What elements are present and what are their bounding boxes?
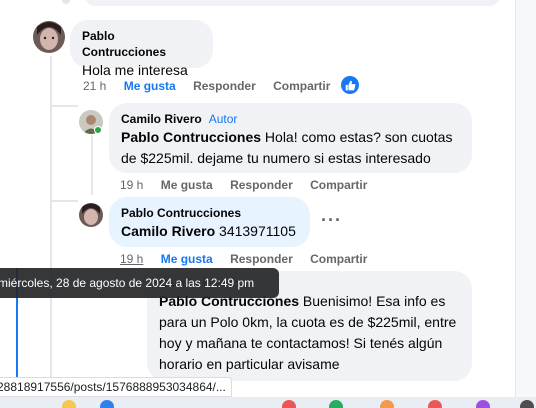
- share-button[interactable]: Compartir: [310, 252, 367, 266]
- more-options-icon[interactable]: ···: [321, 210, 342, 231]
- mention-link[interactable]: Pablo Contrucciones: [121, 129, 261, 145]
- mention-link[interactable]: Camilo Rivero: [121, 223, 215, 239]
- avatar-photo: [79, 203, 103, 227]
- taskbar: [0, 397, 536, 408]
- share-button[interactable]: Compartir: [310, 178, 367, 192]
- status-url-text: 28818917556/posts/1576888953034864/...: [0, 380, 226, 394]
- taskbar-app-icon[interactable]: [282, 400, 296, 408]
- comment-text: Pablo Contrucciones Buenisimo! Esa info …: [159, 291, 460, 375]
- scrollbar-track[interactable]: [516, 0, 536, 408]
- comment-text: Hola me interesa: [82, 62, 188, 78]
- comment-actions: 21 h Me gusta Responder Compartir: [83, 79, 344, 93]
- comment-author: Camilo Rivero Autor: [121, 111, 460, 127]
- tooltip-text: miércoles, 28 de agosto de 2024 a las 12…: [0, 276, 255, 290]
- comment-text: Camilo Rivero 3413971105: [121, 221, 298, 242]
- comment-actions: 19 h Me gusta Responder Compartir: [120, 178, 381, 192]
- like-button[interactable]: Me gusta: [161, 252, 213, 266]
- online-indicator: [94, 126, 102, 134]
- avatar-pablo[interactable]: [33, 21, 65, 53]
- comment-author[interactable]: Pablo Contrucciones: [121, 205, 298, 221]
- comment-timestamp[interactable]: 19 h: [120, 252, 143, 266]
- thread-line: [91, 135, 93, 195]
- thread-branch: [50, 200, 78, 202]
- comment-author[interactable]: Pablo Contrucciones: [82, 28, 201, 60]
- comment-timestamp[interactable]: 21 h: [83, 79, 106, 93]
- reply-button[interactable]: Responder: [230, 178, 293, 192]
- thread-line: [50, 56, 52, 396]
- comment-bubble-focused: Pablo Contrucciones Camilo Rivero 341397…: [109, 197, 310, 247]
- taskbar-app-icon[interactable]: [329, 400, 343, 408]
- taskbar-app-icon[interactable]: [428, 400, 442, 408]
- author-name[interactable]: Camilo Rivero: [121, 112, 202, 126]
- taskbar-app-icon[interactable]: [380, 400, 394, 408]
- taskbar-app-icon[interactable]: [62, 400, 76, 408]
- previous-comment-bubble: [85, 0, 500, 6]
- reply-button[interactable]: Responder: [193, 79, 256, 93]
- status-url-bar: 28818917556/posts/1576888953034864/...: [0, 377, 232, 397]
- taskbar-app-icon[interactable]: [520, 400, 534, 408]
- comment-body: 3413971105: [215, 223, 296, 239]
- comment-bubble: Pablo Contrucciones Hola me interesa: [70, 20, 213, 78]
- reply-button[interactable]: Responder: [230, 252, 293, 266]
- scrollbar-divider: [515, 0, 516, 408]
- like-button[interactable]: Me gusta: [161, 178, 213, 192]
- like-icon[interactable]: [341, 76, 359, 94]
- comment-text: Pablo Contrucciones Hola! como estas? so…: [121, 127, 460, 169]
- taskbar-app-icon[interactable]: [476, 400, 490, 408]
- comment-actions: 19 h Me gusta Responder Compartir: [120, 252, 381, 266]
- share-button[interactable]: Compartir: [273, 79, 330, 93]
- thread-branch: [50, 105, 78, 107]
- taskbar-app-icon[interactable]: [100, 400, 114, 408]
- comment-timestamp[interactable]: 19 h: [120, 178, 143, 192]
- author-badge: Autor: [208, 112, 238, 126]
- like-button[interactable]: Me gusta: [124, 79, 176, 93]
- timestamp-tooltip: miércoles, 28 de agosto de 2024 a las 12…: [0, 268, 279, 298]
- comment-bubble: Camilo Rivero Autor Pablo Contrucciones H…: [109, 103, 472, 173]
- avatar-pablo[interactable]: [79, 203, 103, 227]
- avatar-photo: [33, 21, 65, 53]
- previous-reaction-dot: [62, 0, 70, 4]
